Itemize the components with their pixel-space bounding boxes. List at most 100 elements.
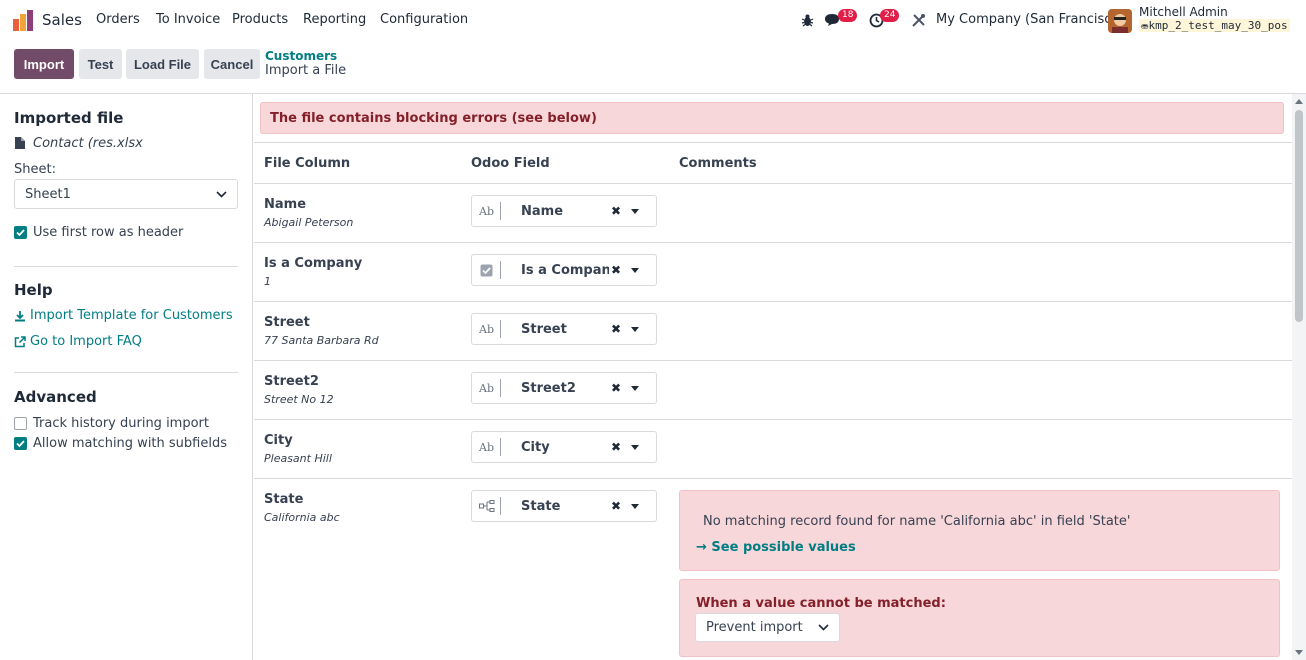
state-error-box: No matching record found for name 'Calif… (679, 490, 1280, 571)
user-name[interactable]: Mitchell Admin (1139, 5, 1228, 19)
advanced-heading: Advanced (14, 388, 97, 406)
column-sample: Abigail Peterson (264, 216, 354, 229)
scrollbar-thumb[interactable] (1295, 110, 1303, 322)
track-history-checkbox[interactable] (14, 417, 27, 430)
breadcrumb-customers[interactable]: Customers (265, 49, 337, 63)
field-select-city[interactable]: Ab City ✖ (471, 431, 657, 463)
field-select-value: Is a Company (521, 262, 609, 278)
sheet-label: Sheet: (14, 162, 56, 177)
field-select-street[interactable]: Ab Street ✖ (471, 313, 657, 345)
database-name: ⛂kmp_2_test_may_30_pos (1139, 19, 1290, 32)
column-name: Street (264, 315, 310, 330)
activities-badge: 24 (880, 9, 900, 22)
import-template-link-label[interactable]: Import Template for Customers (30, 308, 233, 323)
test-button[interactable]: Test (79, 49, 122, 79)
text-icon: Ab (473, 202, 501, 220)
caret-down-icon[interactable] (631, 444, 639, 450)
field-select-value: Street2 (521, 380, 576, 396)
unmatched-value-selected: Prevent import (706, 620, 803, 635)
checkmark-icon (16, 440, 25, 448)
menu-to-invoice[interactable]: To Invoice (156, 12, 220, 27)
text-icon: Ab (473, 320, 501, 338)
column-sample: Pleasant Hill (264, 452, 332, 465)
app-name[interactable]: Sales (42, 11, 82, 29)
import-faq-link-label[interactable]: Go to Import FAQ (30, 334, 142, 349)
tools-icon[interactable] (911, 13, 926, 28)
import-template-link[interactable]: Import Template for Customers (14, 308, 233, 323)
import-button[interactable]: Import (14, 49, 74, 79)
column-name: Street2 (264, 374, 319, 389)
field-select-name[interactable]: Ab Name ✖ (471, 195, 657, 227)
menu-reporting[interactable]: Reporting (303, 12, 366, 27)
file-icon (15, 137, 25, 149)
cancel-button[interactable]: Cancel (204, 49, 260, 79)
clear-icon[interactable]: ✖ (609, 204, 623, 218)
sheet-select-value: Sheet1 (25, 186, 71, 202)
caret-down-icon[interactable] (631, 208, 639, 214)
allow-matching-label[interactable]: Allow matching with subfields (33, 436, 227, 451)
column-sample: Street No 12 (264, 393, 334, 406)
column-name: City (264, 433, 293, 448)
table-divider (254, 183, 1292, 184)
column-name: State (264, 492, 304, 507)
sales-app-icon[interactable] (12, 10, 34, 32)
column-sample: 1 (264, 275, 271, 288)
scroll-up-arrow-icon[interactable] (1295, 99, 1303, 104)
imported-file-name: Contact (res.xlsx (33, 136, 143, 151)
debug-bug-icon[interactable] (801, 13, 814, 27)
caret-down-icon[interactable] (631, 326, 639, 332)
load-file-button[interactable]: Load File (126, 49, 199, 79)
table-divider (254, 360, 1292, 361)
table-divider (254, 478, 1292, 479)
field-select-value: Street (521, 321, 567, 337)
external-link-icon (14, 335, 26, 347)
clear-icon[interactable]: ✖ (609, 499, 623, 513)
messages-badge: 18 (838, 9, 858, 22)
state-error-message: No matching record found for name 'Calif… (703, 514, 1131, 529)
unmatched-value-select[interactable]: Prevent import (695, 613, 840, 642)
clear-icon[interactable]: ✖ (609, 322, 623, 336)
menu-configuration[interactable]: Configuration (380, 12, 468, 27)
field-select-value: Name (521, 203, 564, 219)
table-divider (254, 142, 1292, 143)
clear-icon[interactable]: ✖ (609, 381, 623, 395)
track-history-label[interactable]: Track history during import (33, 416, 209, 431)
blocking-error-alert: The file contains blocking errors (see b… (260, 102, 1284, 134)
field-select-value: State (521, 498, 561, 514)
chevron-down-icon (216, 190, 227, 198)
column-sample: 77 Santa Barbara Rd (264, 334, 379, 347)
caret-down-icon[interactable] (631, 267, 639, 273)
sheet-select[interactable]: Sheet1 (14, 179, 238, 209)
unmatched-value-heading: When a value cannot be matched: (696, 596, 946, 611)
first-row-header-checkbox[interactable] (14, 226, 27, 239)
top-navbar: Sales Orders To Invoice Products Reporti… (0, 0, 1306, 41)
caret-down-icon[interactable] (631, 503, 639, 509)
header-odoo-field: Odoo Field (471, 156, 550, 171)
user-avatar[interactable] (1108, 9, 1132, 33)
clear-icon[interactable]: ✖ (609, 263, 623, 277)
unmatched-value-box: When a value cannot be matched: Prevent … (679, 579, 1280, 657)
first-row-header-label[interactable]: Use first row as header (33, 225, 183, 240)
help-heading: Help (14, 281, 53, 299)
scroll-down-arrow-icon[interactable] (1295, 650, 1303, 655)
table-divider (254, 419, 1292, 420)
menu-orders[interactable]: Orders (96, 12, 140, 27)
see-possible-values-link[interactable]: → See possible values (696, 540, 856, 555)
text-icon: Ab (473, 438, 501, 456)
clear-icon[interactable]: ✖ (609, 440, 623, 454)
field-select-street2[interactable]: Ab Street2 ✖ (471, 372, 657, 404)
text-icon: Ab (473, 379, 501, 397)
table-divider (254, 301, 1292, 302)
allow-matching-checkbox[interactable] (14, 437, 27, 450)
field-select-is-company[interactable]: Is a Company ✖ (471, 254, 657, 286)
checkmark-icon (16, 229, 25, 237)
caret-down-icon[interactable] (631, 385, 639, 391)
company-switcher[interactable]: My Company (San Francisco) (936, 12, 1124, 27)
main-scrollbar[interactable] (1292, 94, 1306, 660)
field-select-state[interactable]: State ✖ (471, 490, 657, 522)
import-mapping-area: The file contains blocking errors (see b… (254, 94, 1292, 660)
menu-products[interactable]: Products (232, 12, 288, 27)
database-icon: ⛂ (1141, 22, 1149, 32)
download-icon (15, 310, 25, 321)
import-faq-link[interactable]: Go to Import FAQ (14, 334, 142, 349)
